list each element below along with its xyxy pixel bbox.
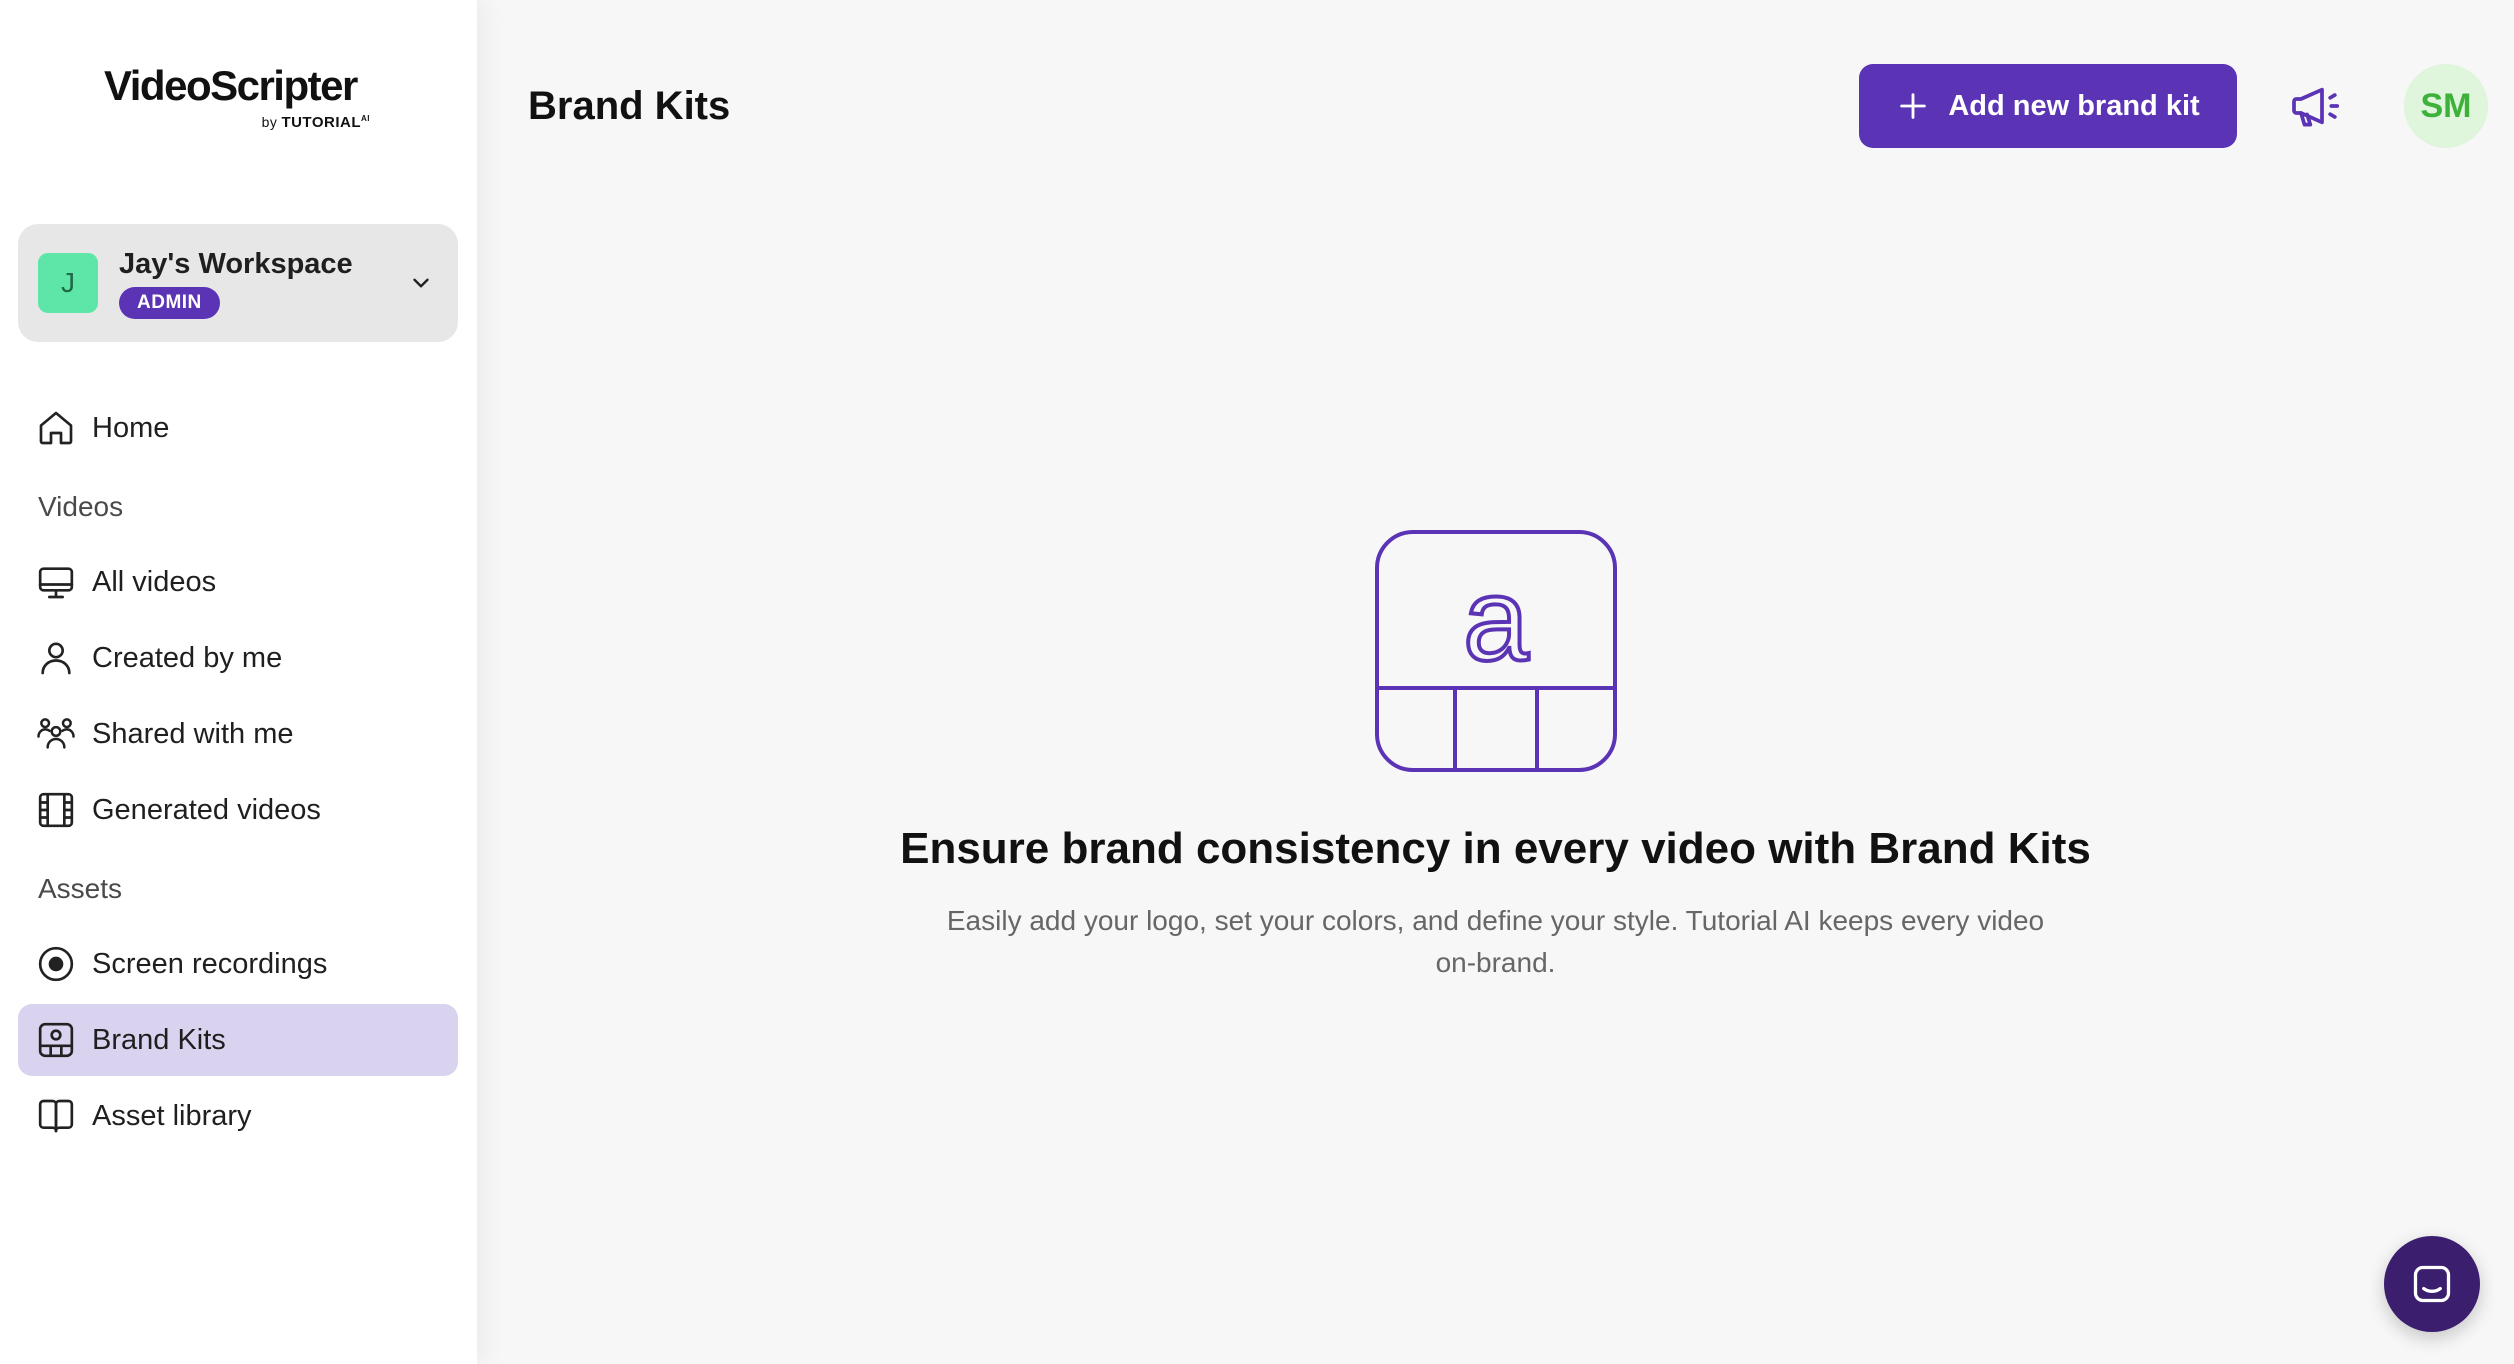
logo-byline: by TUTORIALAI: [262, 114, 370, 131]
sidebar: VideoScripter by TUTORIALAI J Jay's Works…: [0, 0, 477, 1364]
videoscripter-logo[interactable]: VideoScripter by TUTORIALAI: [104, 64, 374, 140]
workspace-name: Jay's Workspace: [119, 248, 353, 280]
app-root: VideoScripter by TUTORIALAI J Jay's Works…: [0, 0, 2514, 1364]
sidebar-item-brand-kits[interactable]: Brand Kits: [18, 1004, 458, 1076]
sidebar-item-label: Generated videos: [92, 793, 321, 826]
sidebar-item-label: All videos: [92, 565, 217, 598]
page-title: Brand Kits: [528, 84, 731, 128]
film-icon: [38, 792, 74, 828]
logo-company: TUTORIAL: [281, 114, 361, 131]
sidebar-item-label: Brand Kits: [92, 1023, 226, 1056]
main-content: Brand Kits Add new brand kit SM a Ensure…: [477, 0, 2514, 1364]
empty-state-description: Easily add your logo, set your colors, a…: [946, 905, 2045, 978]
chevron-down-icon: [413, 278, 429, 288]
monitor-icon: [38, 567, 74, 599]
sidebar-item-all-videos[interactable]: All videos: [18, 546, 458, 618]
home-icon: [39, 411, 73, 445]
sidebar-item-label: Shared with me: [92, 717, 294, 750]
logo-wordmark: VideoScripter: [104, 62, 358, 109]
sidebar-item-shared-with-me[interactable]: Shared with me: [18, 698, 458, 770]
workspace-info: Jay's Workspace ADMIN: [119, 247, 408, 319]
add-button-label: Add new brand kit: [1948, 89, 2200, 122]
plus-icon: [1900, 93, 1927, 119]
book-icon: [38, 1099, 74, 1133]
sidebar-item-created-by-me[interactable]: Created by me: [18, 622, 458, 694]
sidebar-item-screen-recordings[interactable]: Screen recordings: [18, 928, 458, 1000]
sidebar-item-label: Screen recordings: [92, 947, 328, 980]
record-icon: [38, 946, 74, 982]
user-icon: [41, 642, 71, 675]
workspace-switcher[interactable]: J Jay's Workspace ADMIN: [18, 224, 458, 342]
brand-kit-illustration-icon: a: [1374, 530, 1617, 772]
chat-icon: [2413, 1265, 2451, 1303]
brand-kit-icon: [38, 1022, 74, 1058]
sidebar-item-label: Asset library: [92, 1099, 252, 1132]
logo-company-sup: AI: [361, 114, 370, 123]
sidebar-item-home[interactable]: Home: [18, 392, 458, 464]
user-avatar[interactable]: SM: [2404, 64, 2488, 148]
megaphone-icon[interactable]: [2287, 78, 2343, 134]
add-new-brand-kit-button[interactable]: Add new brand kit: [1859, 64, 2237, 148]
sidebar-item-asset-library[interactable]: Asset library: [18, 1080, 458, 1152]
sidebar-item-generated-videos[interactable]: Generated videos: [18, 774, 458, 846]
chat-support-button[interactable]: [2384, 1236, 2480, 1332]
sidebar-item-label: Home: [92, 411, 170, 444]
users-icon: [37, 718, 75, 749]
logo-by-text: by: [261, 114, 278, 130]
sidebar-nav: Home Videos All videos Created by me Sha…: [18, 392, 458, 1156]
nav-section-videos: Videos: [38, 491, 124, 522]
nav-section-assets: Assets: [38, 873, 123, 904]
sidebar-item-label: Created by me: [92, 641, 283, 674]
empty-state: a Ensure brand consistency in every vide…: [477, 530, 2514, 984]
workspace-role-badge: ADMIN: [119, 287, 220, 319]
empty-state-title: Ensure brand consistency in every video …: [900, 824, 2091, 873]
workspace-avatar: J: [38, 253, 98, 313]
illustration-letter: a: [1463, 554, 1529, 686]
